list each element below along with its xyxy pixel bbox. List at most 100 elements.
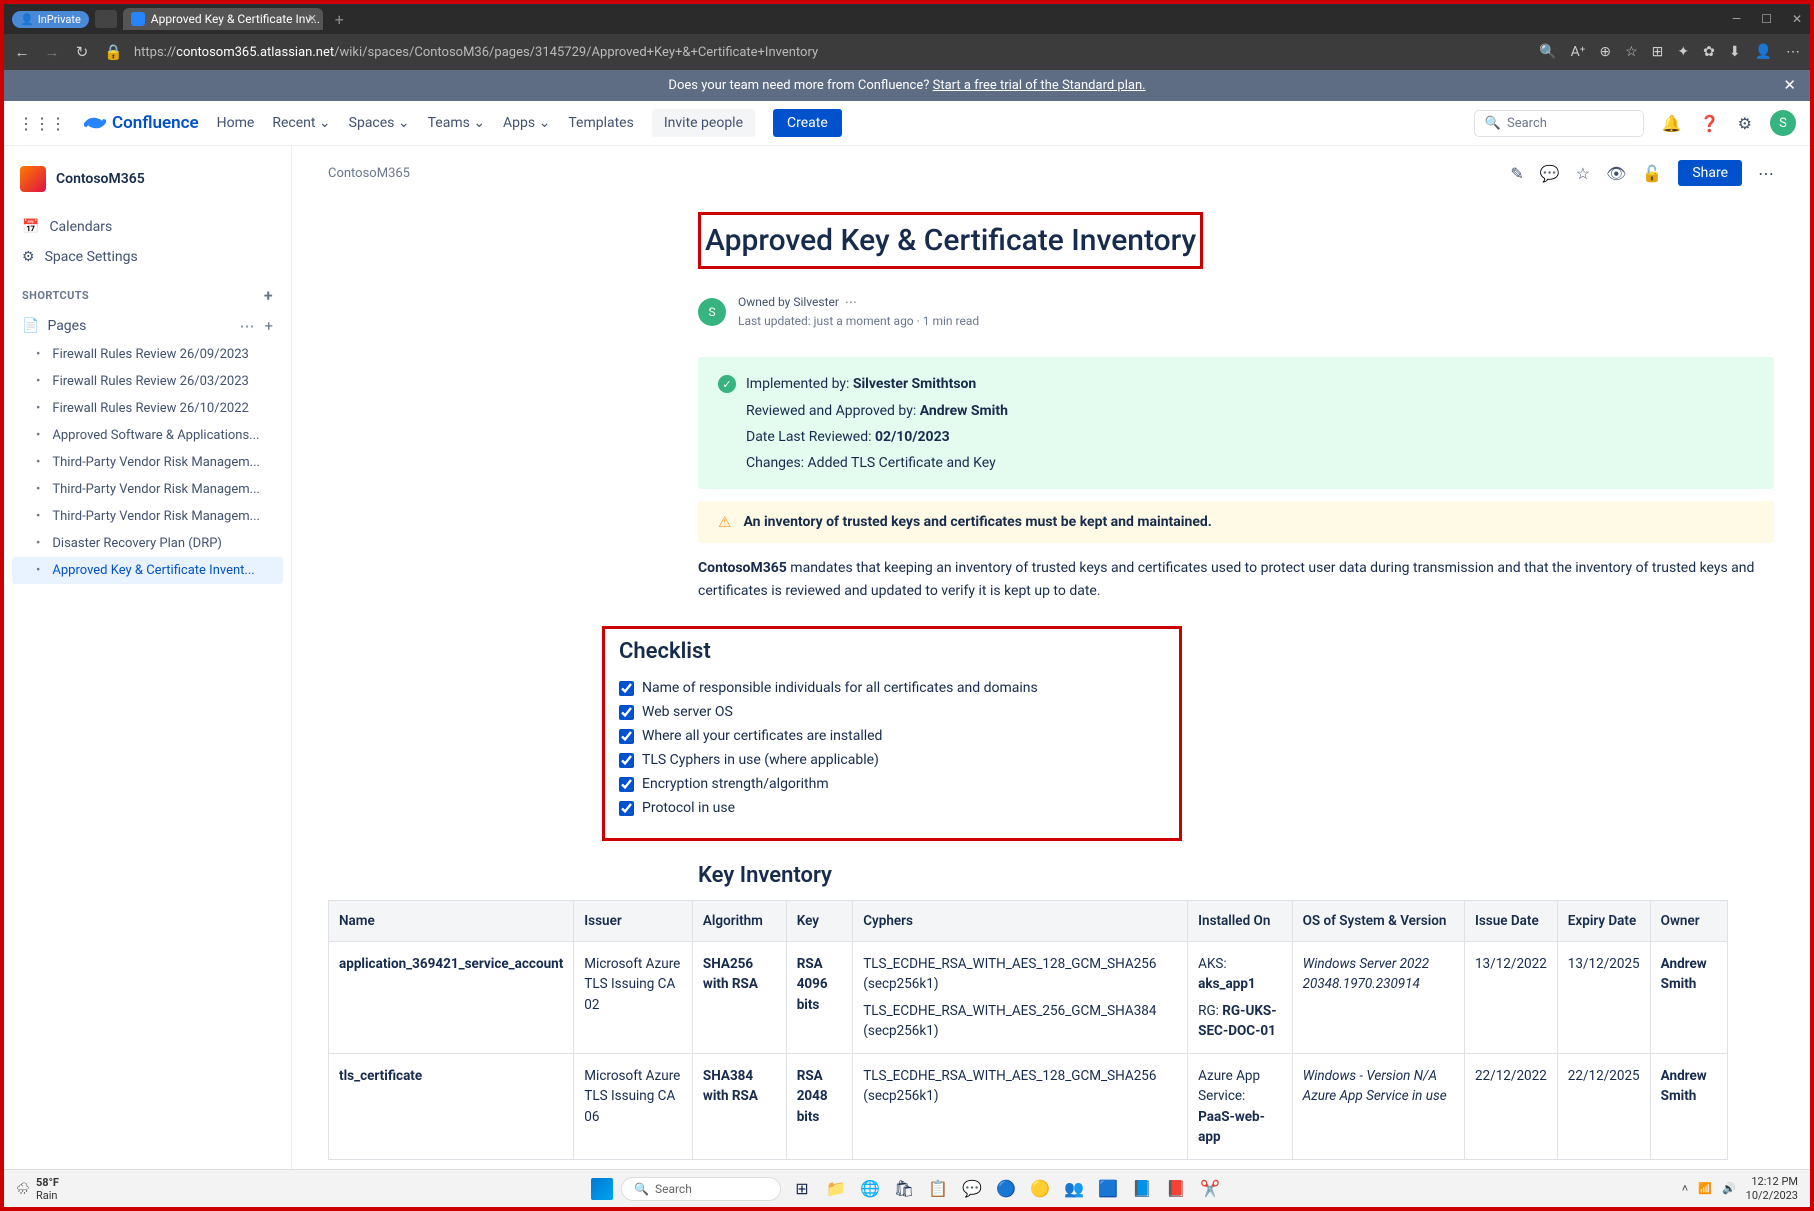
checkbox[interactable] [619,753,634,768]
space-header[interactable]: ContosoM365 [12,160,283,198]
help-icon[interactable]: ❓ [1700,114,1720,133]
start-button[interactable] [591,1178,613,1200]
pages-more-icon[interactable]: ⋯ [239,317,254,335]
share-button[interactable]: Share [1678,160,1742,186]
star-icon[interactable]: ☆ [1576,164,1590,183]
weather-widget[interactable]: 🌧 58°FRain [16,1176,59,1202]
tree-item-active[interactable]: Approved Key & Certificate Invent... [12,557,283,584]
back-icon[interactable]: ← [14,43,30,61]
nav-templates[interactable]: Templates [568,115,634,131]
app-icon[interactable]: 🔵 [993,1176,1019,1202]
tree-item[interactable]: Approved Software & Applications... [12,422,283,449]
info-panel: ✓ Implemented by: Silvester Smithtson Re… [698,357,1774,489]
tree-item[interactable]: Third-Party Vendor Risk Managem... [12,449,283,476]
tree-item[interactable]: Disaster Recovery Plan (DRP) [12,530,283,557]
new-tab-button[interactable]: + [329,10,350,29]
app-switcher-icon[interactable]: ⋮⋮⋮ [18,114,66,133]
author-avatar[interactable]: S [698,298,726,326]
tree-item[interactable]: Third-Party Vendor Risk Managem... [12,503,283,530]
settings-icon[interactable]: ⚙ [1738,114,1752,133]
space-name: ContosoM365 [56,171,145,187]
search-icon: 🔍 [1485,116,1501,131]
more-actions-icon[interactable]: ⋯ [1758,164,1774,183]
zoom-icon[interactable]: 🔍 [1539,44,1556,60]
edit-icon[interactable]: ✎ [1510,164,1523,183]
edge-icon[interactable]: 🌐 [857,1176,883,1202]
app-icon[interactable]: 🟦 [1095,1176,1121,1202]
maximize-icon[interactable]: ☐ [1761,12,1772,26]
sidebar-calendars[interactable]: 📅 Calendars [12,212,283,242]
minimize-icon[interactable]: — [1732,12,1741,26]
breadcrumb[interactable]: ContosoM365 [328,166,410,181]
windows-taskbar: 🌧 58°FRain 🔍Search ⊞ 📁 🌐 🛍 📋 💬 🔵 🟡 👥 🟦 📘… [4,1169,1810,1207]
chrome-icon[interactable]: 🟡 [1027,1176,1053,1202]
app-icon[interactable]: ✂️ [1197,1176,1223,1202]
th-issuer: Issuer [574,901,693,942]
th-issue-date: Issue Date [1464,901,1557,942]
checkbox[interactable] [619,777,634,792]
tree-item[interactable]: Firewall Rules Review 26/09/2023 [12,341,283,368]
watch-icon[interactable]: 👁 [1606,164,1626,183]
tree-item[interactable]: Third-Party Vendor Risk Managem... [12,476,283,503]
tray-chevron-icon[interactable]: ˄ [1682,1182,1688,1195]
nav-home[interactable]: Home [217,115,255,131]
favorites-bar-icon[interactable]: ✿ [1703,44,1715,60]
search-input[interactable]: 🔍 Search [1474,110,1644,137]
notifications-icon[interactable]: 🔔 [1662,114,1682,133]
app-icon[interactable]: 💬 [959,1176,985,1202]
nav-apps[interactable]: Apps ⌄ [503,115,550,131]
taskbar-search[interactable]: 🔍Search [621,1177,781,1201]
close-window-icon[interactable]: ✕ [1792,12,1802,26]
comment-icon[interactable]: 💬 [1540,164,1560,183]
browser-menu-icon[interactable]: ⋯ [1786,44,1800,60]
profile-avatar[interactable]: S [1770,110,1796,136]
th-installed: Installed On [1188,901,1292,942]
close-icon[interactable]: ✕ [308,12,317,25]
lock-icon[interactable]: 🔒 [104,43,120,61]
confluence-logo[interactable]: Confluence [84,112,199,134]
checkbox[interactable] [619,705,634,720]
checkbox[interactable] [619,801,634,816]
read-aloud-icon[interactable]: A⁺ [1571,44,1586,60]
url-field[interactable]: https://contosom365.atlassian.net/wiki/s… [134,45,1525,60]
extensions-icon[interactable]: ✦ [1677,44,1689,60]
wifi-icon[interactable]: 📶 [1698,1182,1712,1195]
create-button[interactable]: Create [773,109,842,137]
checkbox[interactable] [619,729,634,744]
tab-placeholder[interactable] [95,10,117,28]
add-page-icon[interactable]: + [264,317,273,335]
nav-teams[interactable]: Teams ⌄ [428,115,485,131]
pages-toggle[interactable]: 📄 Pages [22,318,86,334]
profile-icon[interactable]: 👤 [1755,44,1772,60]
tab-title: Approved Key & Certificate Inv... [151,12,320,26]
restrict-icon[interactable]: 🔓 [1642,164,1662,183]
teams-icon[interactable]: 👥 [1061,1176,1087,1202]
checkbox[interactable] [619,681,634,696]
upgrade-banner: Does your team need more from Confluence… [4,70,1810,101]
invite-people-button[interactable]: Invite people [652,109,755,137]
app-icon[interactable]: 📋 [925,1176,951,1202]
nav-recent[interactable]: Recent ⌄ [272,115,330,131]
task-view-icon[interactable]: ⊞ [789,1176,815,1202]
tree-item[interactable]: Firewall Rules Review 26/03/2023 [12,368,283,395]
sidebar-space-settings[interactable]: ⚙ Space Settings [12,242,283,272]
onenote-icon[interactable]: 📕 [1163,1176,1189,1202]
banner-close-icon[interactable]: ✕ [1783,76,1796,94]
checklist-item: Where all your certificates are installe… [619,724,1165,748]
add-shortcut-icon[interactable]: + [264,286,273,305]
volume-icon[interactable]: 🔊 [1722,1182,1736,1195]
clock[interactable]: 12:12 PM 10/2/2023 [1746,1175,1798,1201]
key-inventory-table: Name Issuer Algorithm Key Cyphers Instal… [328,900,1728,1160]
banner-link[interactable]: Start a free trial of the Standard plan. [933,78,1146,93]
favorite-icon[interactable]: ☆ [1625,44,1638,60]
refresh-icon[interactable]: ↻ [74,43,90,61]
store-icon[interactable]: 🛍 [891,1176,917,1202]
browser-tab[interactable]: Approved Key & Certificate Inv... ✕ [123,8,323,30]
collections-icon[interactable]: ⊞ [1652,44,1664,60]
tree-item[interactable]: Firewall Rules Review 26/10/2022 [12,395,283,422]
downloads-icon[interactable]: ⬇ [1729,44,1741,60]
explorer-icon[interactable]: 📁 [823,1176,849,1202]
word-icon[interactable]: 📘 [1129,1176,1155,1202]
nav-spaces[interactable]: Spaces ⌄ [349,115,410,131]
translate-icon[interactable]: ⊕ [1599,44,1611,60]
